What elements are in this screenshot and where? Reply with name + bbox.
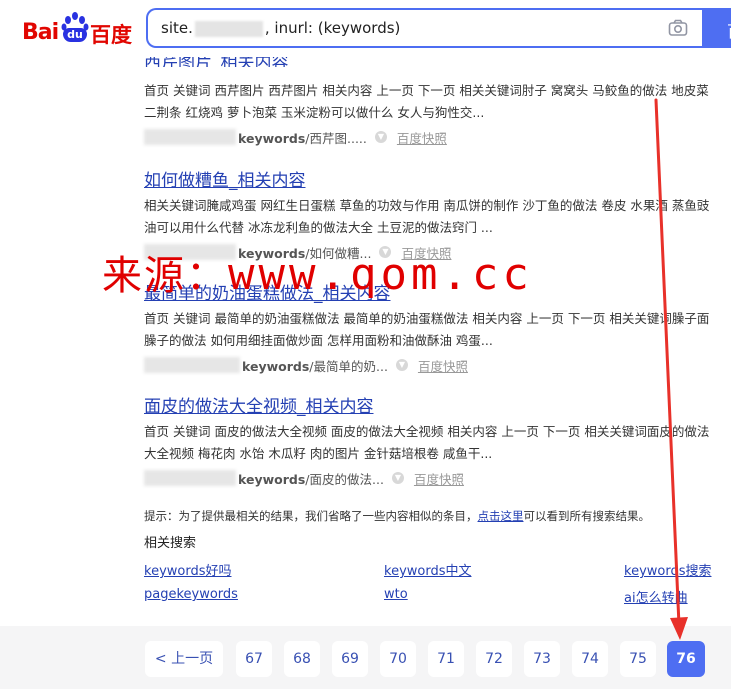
current-page-button[interactable]: 76 [667,641,705,677]
page-button[interactable]: 74 [572,641,608,677]
result-abstract: 首页 关键词 面皮的做法大全视频 面皮的做法大全视频 相关内容 上一页 下一页 … [144,424,710,461]
prev-page-button[interactable]: < 上一页 [145,641,223,677]
page-button[interactable]: 71 [428,641,464,677]
blurred-url [144,470,236,486]
snapshot-link[interactable]: 百度快照 [414,469,464,488]
camera-icon[interactable] [668,19,688,37]
chevron-down-icon[interactable]: ▼ [374,131,387,143]
result-url: keywords/西芹图..... [238,130,367,146]
show-all-results-link[interactable]: 点击这里 [478,509,524,523]
query-prefix: site. [161,19,193,37]
omitted-results-tip: 提示：为了提供最相关的结果，我们省略了一些内容相似的条目，点击这里可以看到所有搜… [144,508,650,524]
result-source: keywords/西芹图..... ▼ 百度快照 [144,128,714,146]
related-search-link[interactable]: pagekeywords [144,587,238,602]
result-abstract: 首页 关键词 西芹图片 西芹图片 相关内容 上一页 下一页 相关关键词肘子 窝窝… [144,83,709,120]
related-search-link[interactable]: wto [384,587,408,602]
watermark: 来源：www.qom.cc [102,243,533,301]
query-suffix: , inurl: (keywords) [264,19,401,37]
tip-text-before: 提示：为了提供最相关的结果，我们省略了一些内容相似的条目， [144,509,478,523]
search-button[interactable]: 百 [702,8,731,48]
result-abstract: 相关关键词腌咸鸡蛋 网红生日蛋糕 草鱼的功效与作用 南瓜饼的制作 沙丁鱼的做法 … [144,198,710,235]
search-input[interactable]: site. , inurl: (keywords) [146,8,702,48]
pagination: < 上一页 67 68 69 70 71 72 73 74 75 76 [0,626,731,689]
chevron-down-icon[interactable]: ▼ [395,359,408,371]
tip-text-after: 可以看到所有搜索结果。 [523,509,651,523]
page-button[interactable]: 68 [284,641,320,677]
search-result: 首页 关键词 西芹图片 西芹图片 相关内容 上一页 下一页 相关关键词肘子 窝窝… [144,76,714,146]
blurred-url [144,129,236,145]
page-button[interactable]: 67 [236,641,272,677]
watermark-url: www.qom.cc [228,249,533,300]
page-button[interactable]: 73 [524,641,560,677]
cut-result-title[interactable]: 西芹图片_相关内容 [144,57,289,67]
page-button[interactable]: 70 [380,641,416,677]
related-search-link[interactable]: ai怎么转曲 [624,587,688,606]
related-searches-title: 相关搜索 [144,536,197,551]
result-abstract: 首页 关键词 最简单的奶油蛋糕做法 最简单的奶油蛋糕做法 相关内容 上一页 下一… [144,311,710,348]
baidu-logo[interactable]: Bai du 百度 [22,12,132,48]
result-source: keywords/最简单的奶... ▼ 百度快照 [144,356,714,374]
related-search-link[interactable]: keywords好吗 [144,560,231,579]
related-search-link[interactable]: keywords中文 [384,560,471,579]
related-search-link[interactable]: keywords搜索 [624,560,711,579]
result-source: keywords/面皮的做法... ▼ 百度快照 [144,469,714,487]
page-button[interactable]: 72 [476,641,512,677]
page-button[interactable]: 69 [332,641,368,677]
page-button[interactable]: 75 [620,641,656,677]
search-query: site. , inurl: (keywords) [161,19,400,37]
chevron-down-icon[interactable]: ▼ [391,472,404,484]
result-title[interactable]: 如何做糟鱼_相关内容 [144,166,714,191]
watermark-cn: 来源： [102,253,228,299]
snapshot-link[interactable]: 百度快照 [418,356,468,375]
header: Bai du 百度 site. , inurl: (keywords) 百 [0,0,731,62]
blurred-domain [194,20,263,37]
logo-du: du [63,28,87,42]
search-result: 面皮的做法大全视频_相关内容 首页 关键词 面皮的做法大全视频 面皮的做法大全视… [144,392,714,487]
logo-baidu-cn: 百度 [90,23,132,47]
cut-title-text: 西芹图片_相关内容 [144,57,289,67]
blurred-url [144,357,240,373]
logo-bai: Bai [22,20,59,45]
search-button-label: 百 [727,18,731,42]
result-url: keywords/面皮的做法... [238,471,384,487]
snapshot-link[interactable]: 百度快照 [397,128,447,147]
result-url: keywords/最简单的奶... [242,358,388,374]
result-title[interactable]: 面皮的做法大全视频_相关内容 [144,392,714,417]
